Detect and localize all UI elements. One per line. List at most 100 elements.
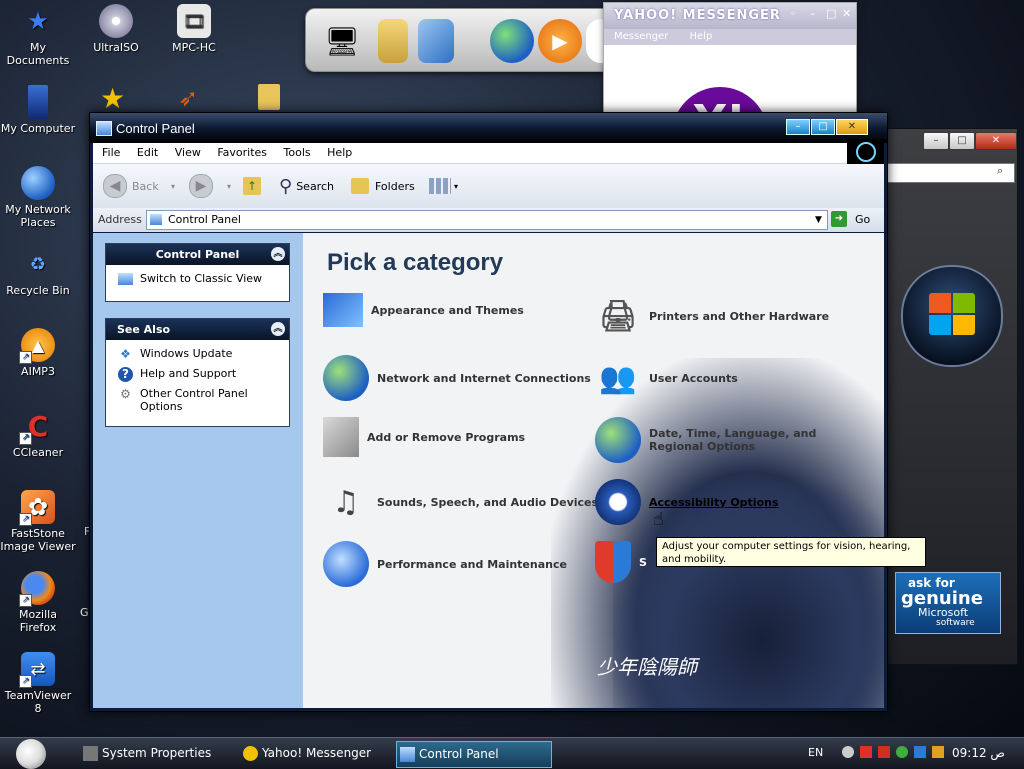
star-icon: ★ bbox=[100, 82, 126, 115]
desktop-icon-label: AIMP3 bbox=[21, 365, 55, 378]
desktop-icon-label: FastStone Image Viewer bbox=[0, 527, 76, 553]
appearance-icon bbox=[323, 293, 363, 327]
menu-help[interactable]: Help bbox=[327, 143, 352, 163]
minimize-button[interactable]: – bbox=[923, 132, 949, 150]
category-label: Performance and Maintenance bbox=[377, 557, 567, 571]
forward-arrow-icon: ▶ bbox=[189, 174, 213, 198]
task-box-header[interactable]: See Also ︽ bbox=[106, 319, 289, 340]
menu-edit[interactable]: Edit bbox=[137, 143, 158, 163]
close-button[interactable]: ✕ bbox=[842, 7, 851, 20]
tray-icon[interactable] bbox=[914, 746, 926, 758]
globe-icon bbox=[21, 166, 55, 200]
tray-icon[interactable] bbox=[860, 746, 872, 758]
category-label: Network and Internet Connections bbox=[377, 371, 591, 385]
switch-classic-view-link[interactable]: Switch to Classic View bbox=[106, 272, 289, 285]
category-accessibility[interactable]: Accessibility Options bbox=[595, 479, 779, 525]
menu-help[interactable]: Help bbox=[690, 31, 713, 42]
minimize-button[interactable]: – bbox=[810, 7, 816, 20]
category-performance-maintenance[interactable]: Performance and Maintenance bbox=[323, 541, 567, 587]
desktop-icon-mpc-hc[interactable]: 🎞 MPC-HC bbox=[156, 4, 232, 54]
category-sounds-audio[interactable]: ♫ Sounds, Speech, and Audio Devices bbox=[323, 479, 599, 525]
minimize-button[interactable]: – bbox=[786, 119, 810, 135]
globe-icon[interactable] bbox=[490, 19, 534, 63]
desktop-icon-my-network-places[interactable]: My Network Places bbox=[0, 166, 76, 229]
monitor-icon bbox=[28, 85, 48, 119]
task-box-title: Control Panel bbox=[155, 248, 240, 261]
close-button[interactable]: ✕ bbox=[975, 132, 1017, 150]
maximize-button[interactable]: □ bbox=[811, 119, 835, 135]
clock[interactable]: 09:12 ص bbox=[952, 746, 1005, 760]
address-dropdown[interactable]: ▼ bbox=[811, 211, 826, 229]
task-box-header[interactable]: Control Panel ︽ bbox=[106, 244, 289, 265]
other-options-link[interactable]: ⚙ Other Control Panel Options bbox=[106, 387, 289, 413]
taskbar-button-system-properties[interactable]: System Properties bbox=[80, 741, 252, 766]
ccleaner-icon: C ↗ bbox=[19, 409, 55, 445]
desktop-icon-firefox[interactable]: ↗ Mozilla Firefox bbox=[0, 571, 76, 634]
start-button[interactable] bbox=[16, 739, 46, 769]
gear-icon: ⚙ bbox=[120, 387, 131, 401]
taskbar-button-yahoo-messenger[interactable]: Yahoo! Messenger bbox=[240, 741, 412, 766]
desktop-icon-faststone[interactable]: ✿ ↗ FastStone Image Viewer bbox=[0, 490, 76, 553]
taskbar-button-label: Control Panel bbox=[419, 747, 499, 761]
go-arrow-icon: ➜ bbox=[831, 211, 847, 227]
monitor-icon bbox=[83, 746, 98, 761]
task-link-label: Windows Update bbox=[140, 347, 233, 360]
menu-view[interactable]: View bbox=[175, 143, 201, 163]
control-panel-icon[interactable] bbox=[418, 19, 454, 63]
windows-update-link[interactable]: ❖ Windows Update bbox=[106, 347, 289, 361]
desktop-icon-ultraiso[interactable]: UltraISO bbox=[78, 4, 154, 54]
folder-icon bbox=[258, 84, 280, 110]
chevron-up-icon[interactable]: ︽ bbox=[271, 247, 285, 261]
back-dropdown[interactable]: ▾ bbox=[171, 173, 175, 199]
tray-icon[interactable] bbox=[896, 746, 908, 758]
forward-button[interactable]: ▶ bbox=[189, 173, 218, 199]
maximize-button[interactable]: □ bbox=[949, 132, 975, 150]
forward-dropdown[interactable]: ▾ bbox=[227, 173, 231, 199]
category-security-center[interactable]: S bbox=[595, 541, 647, 583]
desktop-icon-aimp3[interactable]: ▲ ↗ AIMP3 bbox=[0, 328, 76, 378]
menu-tools[interactable]: Tools bbox=[284, 143, 311, 163]
category-user-accounts[interactable]: 👥 User Accounts bbox=[595, 355, 737, 401]
desktop-icon-ccleaner[interactable]: C ↗ CCleaner bbox=[0, 409, 76, 459]
minimize-button[interactable]: ◦ bbox=[790, 9, 796, 20]
category-date-time-language[interactable]: Date, Time, Language, and Regional Optio… bbox=[595, 417, 859, 463]
up-folder-button[interactable]: ↑ bbox=[243, 173, 261, 199]
search-label: Search bbox=[296, 179, 334, 193]
category-network-internet[interactable]: Network and Internet Connections bbox=[323, 355, 591, 401]
menu-file[interactable]: File bbox=[102, 143, 120, 163]
control-panel-icon bbox=[150, 214, 162, 225]
menu-favorites[interactable]: Favorites bbox=[217, 143, 267, 163]
menu-messenger[interactable]: Messenger bbox=[614, 31, 668, 42]
category-printers-hardware[interactable]: 🖨 Printers and Other Hardware bbox=[595, 293, 829, 339]
language-indicator[interactable]: EN bbox=[808, 746, 823, 759]
tray-icon[interactable] bbox=[878, 746, 890, 758]
desktop-icon-my-documents[interactable]: ★ My Documents bbox=[0, 4, 76, 68]
help-and-support-link[interactable]: ? Help and Support bbox=[106, 367, 289, 382]
smiley-icon bbox=[243, 746, 258, 761]
media-player-icon[interactable]: ▶ bbox=[538, 19, 582, 63]
folders-button[interactable]: Folders bbox=[351, 173, 415, 199]
views-button[interactable]: ▾ bbox=[429, 173, 458, 199]
folder-icon[interactable] bbox=[378, 19, 408, 63]
tray-icon[interactable] bbox=[932, 746, 944, 758]
category-appearance-themes[interactable]: Appearance and Themes bbox=[323, 293, 524, 327]
control-panel-task-box: Control Panel ︽ Switch to Classic View bbox=[105, 243, 290, 302]
title-bar[interactable]: Control Panel – □ ✕ bbox=[90, 113, 887, 143]
desktop-icon-my-computer[interactable]: My Computer bbox=[0, 85, 76, 135]
desktop-icon-teamviewer[interactable]: ⇄ ↗ TeamViewer 8 bbox=[0, 652, 76, 715]
search-button[interactable]: ⚲ Search bbox=[279, 173, 334, 199]
computer-icon[interactable]: 🖥 bbox=[320, 19, 364, 63]
tray-icon[interactable] bbox=[842, 746, 854, 758]
chevron-up-icon[interactable]: ︽ bbox=[271, 322, 285, 336]
maximize-button[interactable]: □ bbox=[826, 7, 836, 20]
back-button[interactable]: ◀ Back bbox=[103, 173, 159, 199]
search-icon[interactable]: ⌕ bbox=[997, 164, 1003, 178]
search-input[interactable] bbox=[887, 163, 1015, 183]
genuine-microsoft-badge: ask for genuine Microsoft software bbox=[895, 572, 1001, 634]
desktop-icon-recycle-bin[interactable]: ♻ Recycle Bin bbox=[0, 247, 76, 297]
address-input[interactable]: Control Panel ▼ bbox=[146, 210, 828, 230]
close-button[interactable]: ✕ bbox=[836, 119, 868, 135]
category-add-remove-programs[interactable]: Add or Remove Programs bbox=[323, 417, 525, 457]
taskbar-button-control-panel[interactable]: Control Panel bbox=[396, 741, 552, 768]
go-button[interactable]: ➜ Go bbox=[831, 210, 879, 228]
